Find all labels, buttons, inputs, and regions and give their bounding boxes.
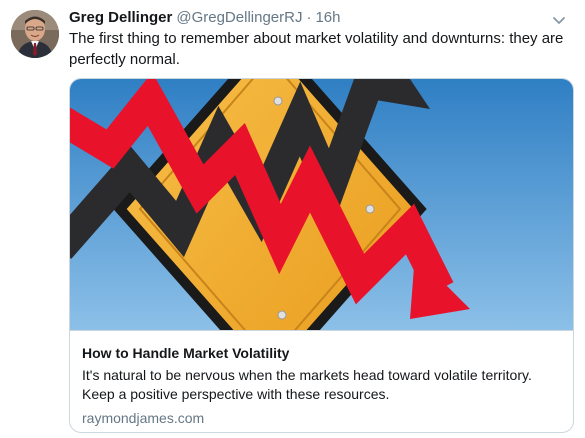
chevron-down-icon[interactable] (549, 10, 569, 30)
card-body[interactable]: How to Handle Market Volatility It's nat… (70, 330, 573, 432)
card-description: It's natural to be nervous when the mark… (82, 367, 532, 402)
card-title[interactable]: How to Handle Market Volatility (82, 344, 561, 363)
volatile-arrows-warning-sign-image[interactable] (70, 79, 573, 330)
tweet[interactable]: Greg Dellinger @GregDellingerRJ · 16h The f… (0, 0, 585, 438)
avatar[interactable] (11, 10, 59, 58)
tweet-header: Greg Dellinger @GregDellingerRJ · 16h (69, 8, 341, 28)
card-domain: raymondjames.com (82, 410, 205, 426)
author-name[interactable]: Greg Dellinger (69, 9, 172, 26)
tweet-timestamp[interactable]: 16h (315, 9, 340, 26)
link-card[interactable]: How to Handle Market Volatility It's nat… (69, 78, 574, 433)
tweet-text: The first thing to remember about market… (69, 30, 564, 68)
separator-dot: · (306, 9, 312, 26)
author-handle[interactable]: @GregDellingerRJ (176, 9, 302, 26)
